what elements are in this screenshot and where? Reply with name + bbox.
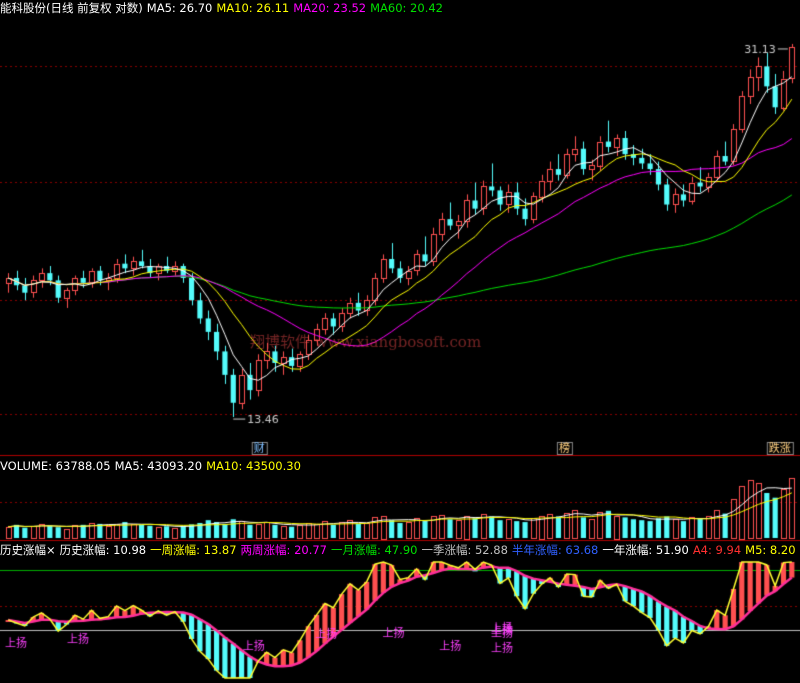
- ma10-label: MA10: 26.11: [216, 1, 290, 15]
- volume-ma5-label: MA5: 43093.20: [114, 459, 203, 473]
- ma60-label: MA60: 20.42: [370, 1, 443, 15]
- stock-chart-canvas[interactable]: [0, 0, 800, 683]
- m5-value: M5: 8.20: [745, 543, 796, 557]
- volume-label: VOLUME: 63788.05: [0, 459, 111, 473]
- a4-value: A4: 9.94: [692, 543, 742, 557]
- month1-rise: 一月涨幅: 47.90: [331, 543, 418, 557]
- indicator-name[interactable]: 历史涨幅×: [0, 542, 56, 558]
- week2-rise: 两周涨幅: 20.77: [240, 543, 327, 557]
- season-rise: 一季涨幅: 52.88: [421, 543, 508, 557]
- indicator-header: 历史涨幅× 历史涨幅: 10.98 一周涨幅: 13.87 两周涨幅: 20.7…: [0, 542, 796, 558]
- volume-header: VOLUME: 63788.05 MA5: 43093.20 MA10: 435…: [0, 458, 301, 474]
- week1-rise: 一周涨幅: 13.87: [150, 543, 237, 557]
- ma20-label: MA20: 23.52: [293, 1, 367, 15]
- main-header: 能科股份(日线 前复权 对数) MA5: 26.70 MA10: 26.11 M…: [0, 0, 443, 16]
- ma5-label: MA5: 26.70: [146, 1, 213, 15]
- stock-title[interactable]: 能科股份(日线 前复权 对数): [0, 0, 143, 16]
- hist-rise: 历史涨幅: 10.98: [59, 543, 147, 557]
- half-year-rise: 半年涨幅: 63.68: [511, 543, 599, 557]
- volume-ma10-label: MA10: 43500.30: [206, 459, 301, 473]
- year-rise: 一年涨幅: 51.90: [602, 543, 689, 557]
